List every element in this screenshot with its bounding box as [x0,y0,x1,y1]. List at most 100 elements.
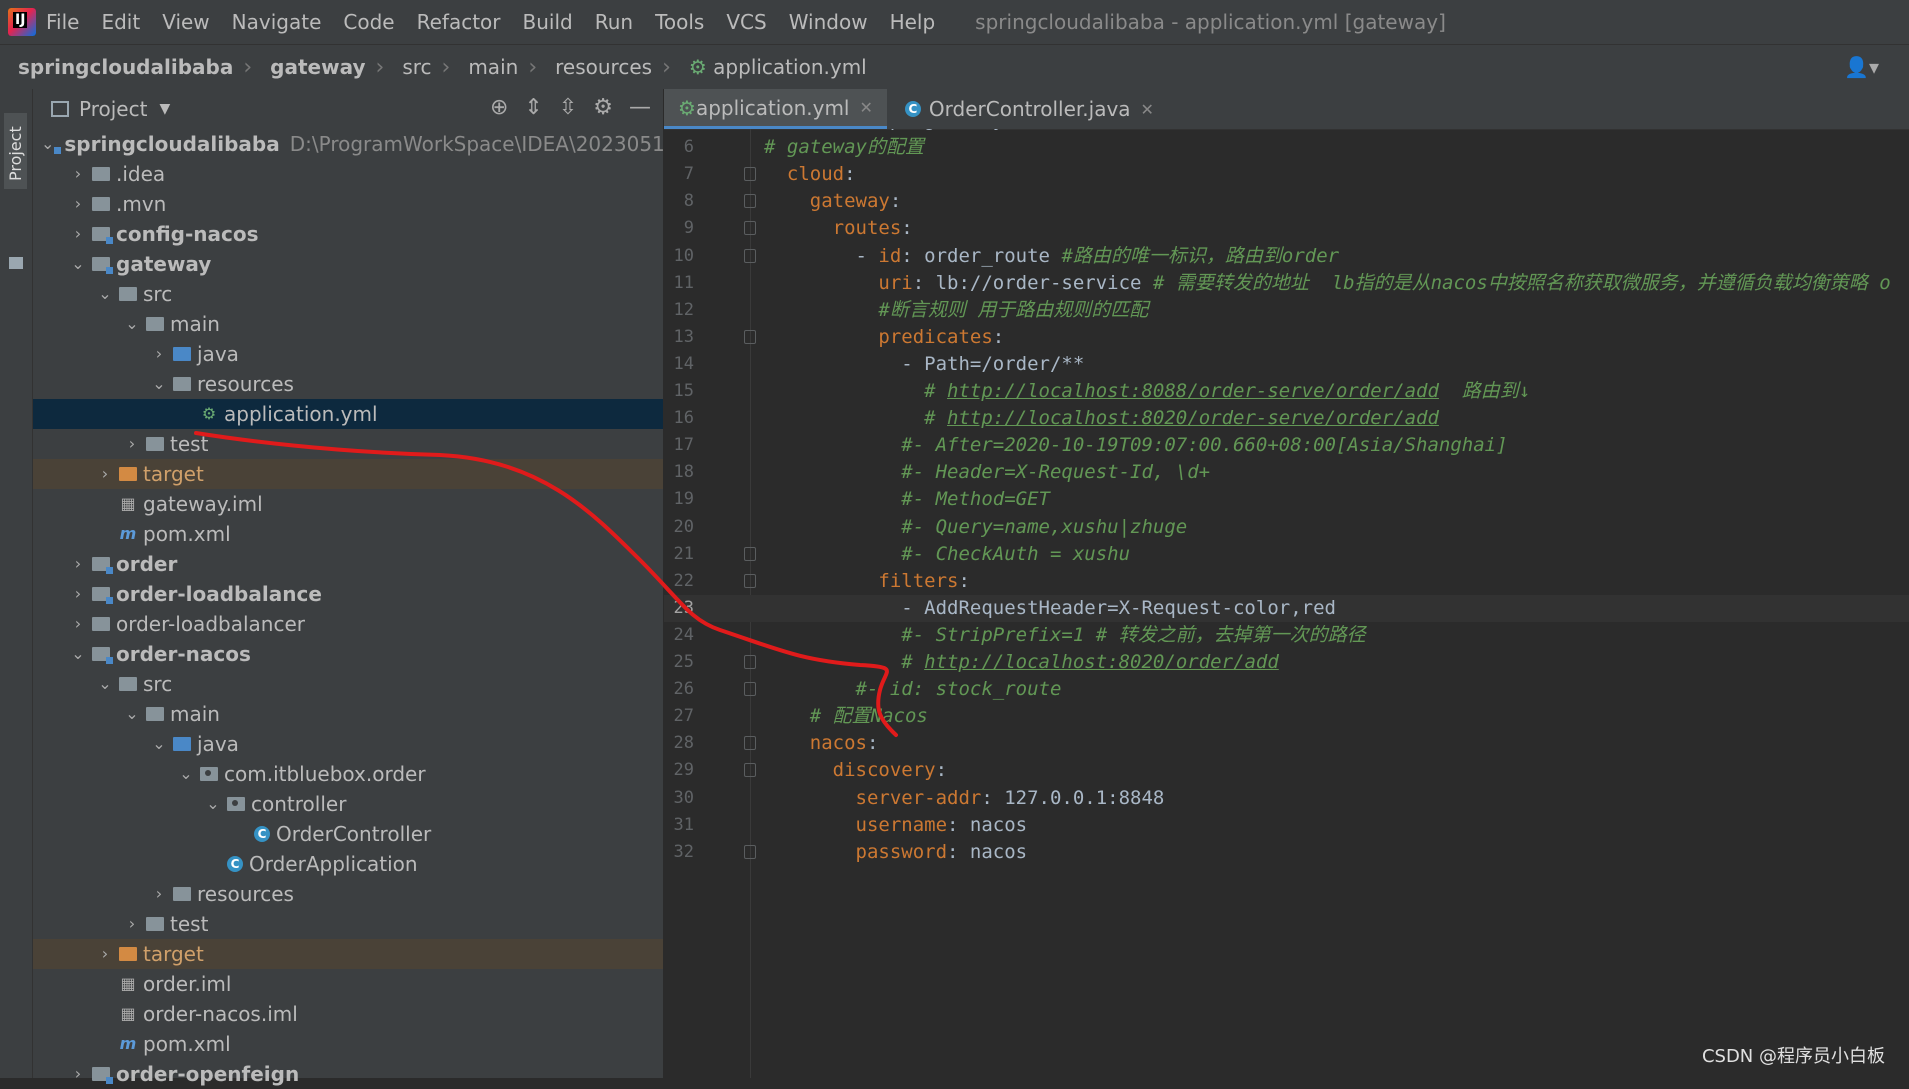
fold-marker-icon[interactable] [744,573,756,588]
chevron-right-icon[interactable]: › [68,579,88,609]
chevron-right-icon[interactable]: › [68,189,88,219]
tree-node[interactable]: ›COrderApplication [33,849,663,879]
breadcrumb-item[interactable]: main [450,55,518,79]
close-icon[interactable]: ✕ [1141,100,1154,119]
breadcrumb-item[interactable]: gateway [252,55,365,79]
code-line[interactable]: 22 filters: [664,568,1909,595]
breadcrumb-item[interactable]: resources [537,55,652,79]
menu-file[interactable]: File [46,10,79,34]
chevron-down-icon[interactable]: ⌄ [95,669,115,699]
chevron-right-icon[interactable]: › [149,879,169,909]
chevron-down-icon[interactable]: ⌄ [41,129,54,159]
chevron-down-icon[interactable]: ⌄ [95,279,115,309]
tree-node[interactable]: › config-nacos [33,219,663,249]
code-line[interactable]: 8 gateway: [664,188,1909,215]
fold-marker-icon[interactable] [744,682,756,697]
tree-node[interactable]: ›▦gateway.iml [33,489,663,519]
user-icon[interactable]: 👤▾ [1844,55,1879,79]
tree-node[interactable]: › resources [33,879,663,909]
tree-node[interactable]: › order-loadbalancer [33,609,663,639]
code-area[interactable]: 5 name: api-gateway6# gateway的配置7 cloud:… [664,129,1909,1078]
tree-node[interactable]: › test [33,909,663,939]
tree-node[interactable]: ⌄ src [33,279,663,309]
breadcrumb-item[interactable]: src [384,55,431,79]
code-line[interactable]: 14 - Path=/order/** [664,351,1909,378]
fold-marker-icon[interactable] [744,329,756,344]
code-line[interactable]: 21 #- CheckAuth = xushu [664,541,1909,568]
code-line[interactable]: 17 #- After=2020-10-19T09:07:00.660+08:0… [664,432,1909,459]
tree-node[interactable]: ›COrderController [33,819,663,849]
menu-vcs[interactable]: VCS [726,10,766,34]
chevron-down-icon[interactable]: ⌄ [176,759,196,789]
chevron-right-icon[interactable]: › [68,1059,88,1089]
code-line[interactable]: 6 # gateway的配置 [664,134,1909,161]
tree-node[interactable]: › order [33,549,663,579]
tree-node[interactable]: ›▦order.iml [33,969,663,999]
menu-navigate[interactable]: Navigate [232,10,322,34]
code-line[interactable]: 23 - AddRequestHeader=X-Request-color,re… [664,594,1909,622]
tree-node[interactable]: › order-loadbalance [33,579,663,609]
tree-node[interactable]: ⌄ src [33,669,663,699]
chevron-down-icon[interactable]: ⌄ [149,729,169,759]
code-line[interactable]: 15 # http://localhost:8088/order-serve/o… [664,378,1909,405]
minimize-icon[interactable]: — [629,95,651,120]
code-line[interactable]: 28 nacos: [664,730,1909,757]
tree-node[interactable]: › test [33,429,663,459]
chevron-right-icon[interactable]: › [68,219,88,249]
menu-build[interactable]: Build [523,10,573,34]
tree-node[interactable]: › order-openfeign [33,1059,663,1089]
tree-node[interactable]: ⌄ java [33,729,663,759]
code-line[interactable]: 24 #- StripPrefix=1 # 转发之前，去掉第一次的路径 [664,622,1909,649]
project-panel-title[interactable]: Project [79,97,147,121]
expand-all-icon[interactable]: ⇕ [524,95,542,120]
menu-window[interactable]: Window [789,10,868,34]
menu-view[interactable]: View [162,10,209,34]
code-line[interactable]: 18 #- Header=X-Request-Id, \d+ [664,459,1909,486]
tree-node[interactable]: ⌄ main [33,699,663,729]
code-line[interactable]: 32 password: nacos [664,839,1909,866]
code-line[interactable]: 12 #断言规则 用于路由规则的匹配 [664,297,1909,324]
tree-node[interactable]: › target [33,459,663,489]
fold-marker-icon[interactable] [744,655,756,669]
chevron-right-icon[interactable]: › [122,909,142,939]
code-line[interactable]: 13 predicates: [664,324,1909,351]
chevron-down-icon[interactable]: ⌄ [122,309,142,339]
code-line[interactable]: 27 # 配置Nacos [664,703,1909,730]
chevron-right-icon[interactable]: › [95,939,115,969]
code-token[interactable]: http://localhost:8020/order/add [924,651,1279,673]
tree-node[interactable]: › java [33,339,663,369]
locate-icon[interactable]: ⊕ [490,95,508,120]
editor-tab[interactable]: C OrderController.java ✕ [887,89,1168,129]
fold-marker-icon[interactable] [744,167,756,182]
fold-marker-icon[interactable] [744,221,756,236]
tree-node[interactable]: › target [33,939,663,969]
menu-code[interactable]: Code [343,10,394,34]
chevron-down-icon[interactable]: ⌄ [203,789,223,819]
tree-node[interactable]: ⌄ controller [33,789,663,819]
code-line[interactable]: 7 cloud: [664,161,1909,188]
code-token[interactable]: http://localhost:8088/order-serve/order/… [947,380,1439,402]
fold-marker-icon[interactable] [744,844,756,859]
menu-edit[interactable]: Edit [101,10,140,34]
code-line[interactable]: 19 #- Method=GET [664,486,1909,513]
project-tool-window-button[interactable]: Project [4,113,27,189]
tree-node[interactable]: ⌄ resources [33,369,663,399]
fold-marker-icon[interactable] [744,546,756,561]
code-line[interactable]: 9 routes: [664,215,1909,242]
fold-marker-icon[interactable] [744,736,756,751]
gear-icon[interactable]: ⚙ [593,95,613,120]
fold-marker-icon[interactable] [744,763,756,778]
tree-node[interactable]: ›mpom.xml [33,519,663,549]
code-line[interactable]: 20 #- Query=name,xushu|zhuge [664,514,1909,541]
fold-marker-icon[interactable] [744,248,756,263]
collapse-all-icon[interactable]: ⇳ [559,95,577,120]
tree-node[interactable]: ⌄ com.itbluebox.order [33,759,663,789]
chevron-right-icon[interactable]: › [68,549,88,579]
code-line[interactable]: 26 #- id: stock_route [664,676,1909,703]
chevron-down-icon[interactable]: ⌄ [68,249,88,279]
breadcrumb-item[interactable]: ⚙ application.yml [671,55,867,79]
chevron-right-icon[interactable]: › [68,159,88,189]
code-line[interactable]: 30 server-addr: 127.0.0.1:8848 [664,785,1909,812]
editor-tab[interactable]: ⚙ application.yml ✕ [664,89,887,129]
code-line[interactable]: 11 uri: lb://order-service # 需要转发的地址 lb指… [664,270,1909,297]
